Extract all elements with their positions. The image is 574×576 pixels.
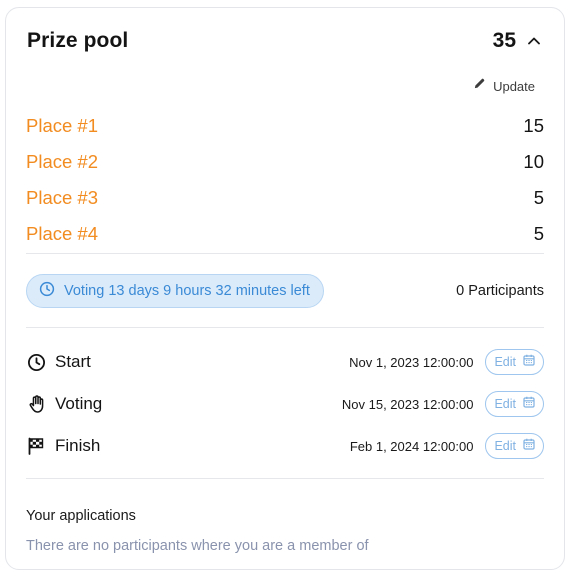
applications-empty-text: There are no participants where you are … bbox=[26, 538, 369, 554]
divider bbox=[26, 253, 544, 254]
timeline-label: Start bbox=[55, 352, 91, 371]
edit-voting-button[interactable]: Edit bbox=[485, 391, 544, 417]
card-header: Prize pool 35 bbox=[27, 26, 543, 56]
clock-icon bbox=[39, 281, 55, 302]
edit-label: Edit bbox=[494, 439, 516, 453]
calendar-icon bbox=[523, 395, 535, 413]
place-label: Place #2 bbox=[26, 151, 98, 172]
place-label: Place #1 bbox=[26, 115, 98, 136]
update-label: Update bbox=[493, 78, 535, 94]
pencil-icon bbox=[473, 77, 486, 95]
prize-pool-card: Prize pool 35 Update Place #1 15 Place #… bbox=[5, 7, 565, 570]
applications-title: Your applications bbox=[26, 508, 136, 524]
prize-pool-total: 35 bbox=[492, 29, 516, 52]
timeline-row-right: Nov 1, 2023 12:00:00 Edit bbox=[349, 349, 544, 375]
chevron-up-icon[interactable] bbox=[525, 32, 543, 50]
timeline-date: Feb 1, 2024 12:00:00 bbox=[349, 438, 474, 454]
update-button[interactable]: Update bbox=[473, 76, 535, 96]
edit-label: Edit bbox=[494, 355, 516, 369]
hand-icon bbox=[26, 394, 46, 414]
place-value: 10 bbox=[523, 151, 544, 172]
timeline-row-start: Start Nov 1, 2023 12:00:00 Edit bbox=[26, 341, 544, 383]
status-row: Voting 13 days 9 hours 32 minutes left 0… bbox=[26, 274, 544, 308]
edit-label: Edit bbox=[494, 397, 516, 411]
divider bbox=[26, 478, 544, 479]
place-row: Place #3 5 bbox=[26, 180, 544, 216]
voting-countdown-badge: Voting 13 days 9 hours 32 minutes left bbox=[26, 274, 324, 308]
timeline-label: Voting bbox=[55, 394, 103, 413]
edit-start-button[interactable]: Edit bbox=[485, 349, 544, 375]
timeline-row-voting: Voting Nov 15, 2023 12:00:00 Edit bbox=[26, 383, 544, 425]
timeline-row-left: Finish bbox=[26, 436, 100, 456]
checkered-flag-icon bbox=[26, 436, 46, 456]
timeline-list: Start Nov 1, 2023 12:00:00 Edit Voting N… bbox=[26, 341, 544, 467]
header-right: 35 bbox=[493, 29, 543, 53]
place-row: Place #4 5 bbox=[26, 216, 544, 252]
voting-countdown-text: Voting 13 days 9 hours 32 minutes left bbox=[64, 283, 310, 299]
participants-count: 0 Participants bbox=[456, 283, 544, 299]
timeline-date: Nov 15, 2023 12:00:00 bbox=[341, 396, 474, 412]
timeline-date: Nov 1, 2023 12:00:00 bbox=[349, 354, 474, 370]
place-label: Place #3 bbox=[26, 187, 98, 208]
edit-finish-button[interactable]: Edit bbox=[485, 433, 544, 459]
place-row: Place #2 10 bbox=[26, 144, 544, 180]
clock-icon bbox=[26, 352, 46, 372]
timeline-row-left: Voting bbox=[26, 394, 102, 414]
calendar-icon bbox=[523, 437, 535, 455]
timeline-row-right: Nov 15, 2023 12:00:00 Edit bbox=[342, 391, 544, 417]
divider bbox=[26, 327, 544, 328]
place-value: 5 bbox=[533, 187, 544, 208]
timeline-label: Finish bbox=[55, 436, 101, 455]
card-title: Prize pool bbox=[27, 29, 129, 52]
calendar-icon bbox=[523, 353, 535, 371]
place-value: 5 bbox=[533, 223, 544, 244]
timeline-row-finish: Finish Feb 1, 2024 12:00:00 Edit bbox=[26, 425, 544, 467]
places-list: Place #1 15 Place #2 10 Place #3 5 Place… bbox=[26, 108, 544, 252]
place-row: Place #1 15 bbox=[26, 108, 544, 144]
timeline-row-left: Start bbox=[26, 352, 91, 372]
place-label: Place #4 bbox=[26, 223, 98, 244]
place-value: 15 bbox=[523, 115, 544, 136]
timeline-row-right: Feb 1, 2024 12:00:00 Edit bbox=[350, 433, 544, 459]
